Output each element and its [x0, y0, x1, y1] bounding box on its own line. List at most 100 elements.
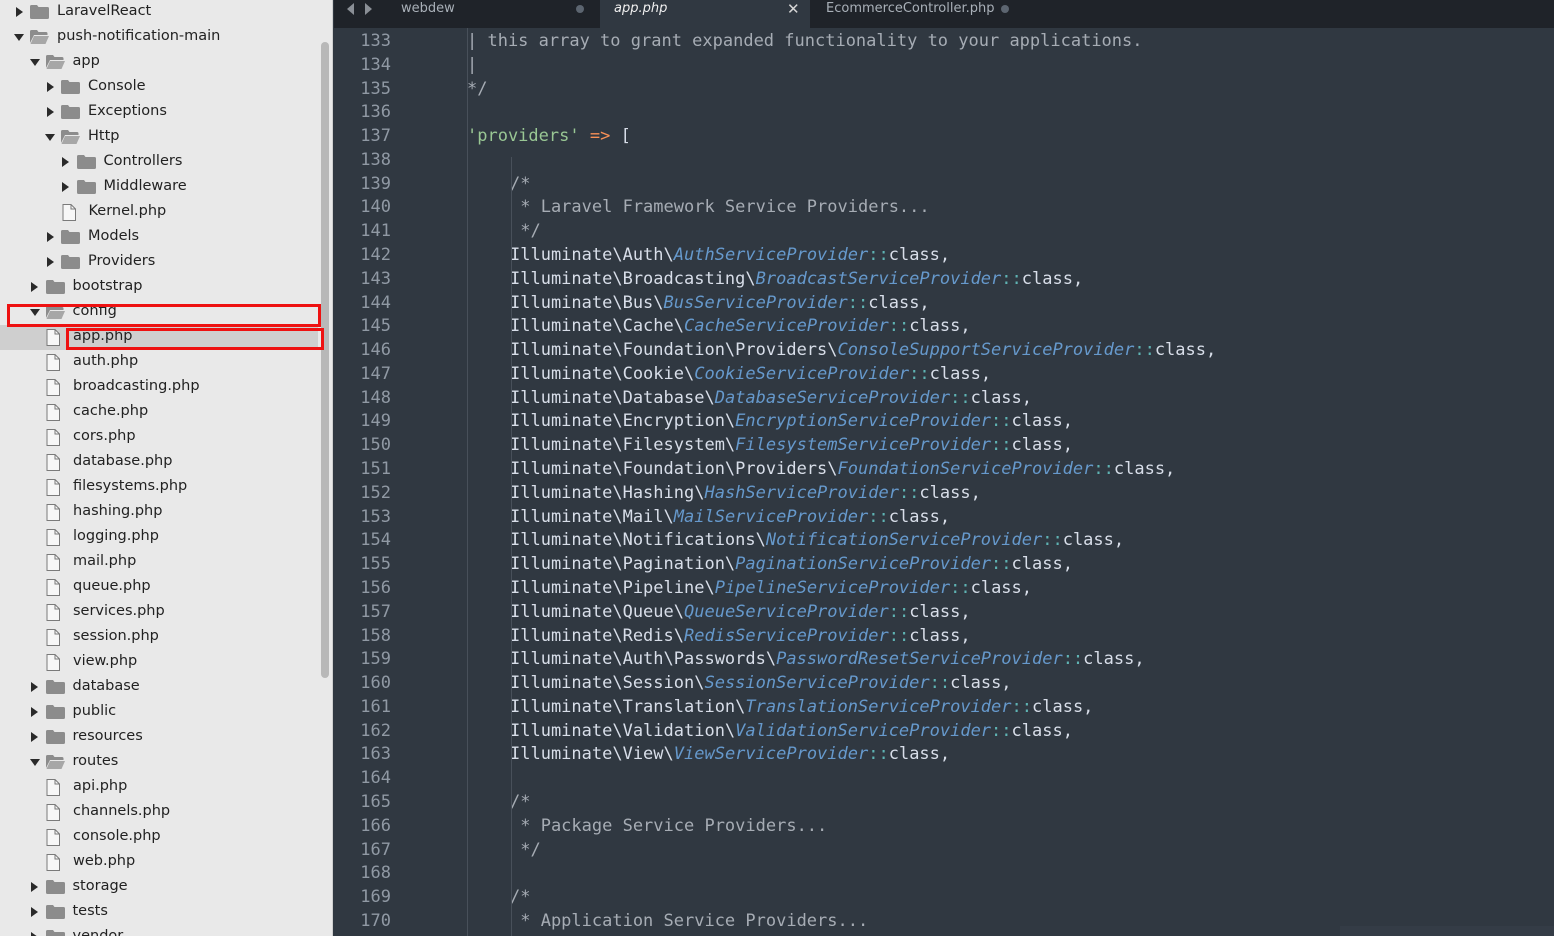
triangle-down-icon[interactable]	[14, 32, 24, 42]
triangle-right-icon[interactable]	[30, 707, 40, 717]
tree-file-kernel-php[interactable]: Kernel.php	[0, 200, 318, 225]
line-number: 143	[360, 268, 391, 289]
triangle-right-icon[interactable]	[30, 882, 40, 892]
tree-folder-models[interactable]: Models	[0, 225, 318, 250]
tree-folder-console[interactable]: Console	[0, 75, 318, 100]
tab-webdew[interactable]: webdew	[389, 0, 599, 28]
code-token-kw: class,	[888, 245, 951, 266]
triangle-right-icon[interactable]	[30, 282, 40, 292]
tree-folder-controllers[interactable]: Controllers	[0, 150, 318, 175]
line-number: 154	[360, 530, 391, 551]
tree-folder-database[interactable]: database	[0, 675, 318, 700]
tree-folder-exceptions[interactable]: Exceptions	[0, 100, 318, 125]
tree-file-services-php[interactable]: services.php	[0, 600, 318, 625]
tree-file-filesystems-php[interactable]: filesystems.php	[0, 475, 318, 500]
code-line: Illuminate\Auth\Passwords\PasswordResetS…	[510, 649, 1145, 669]
line-number: 155	[360, 554, 391, 575]
line-number: 149	[360, 411, 391, 432]
tree-folder-middleware[interactable]: Middleware	[0, 175, 318, 200]
triangle-right-icon[interactable]	[14, 7, 24, 17]
code-line: Illuminate\Session\SessionServiceProvide…	[510, 673, 1012, 693]
line-number: 159	[360, 649, 391, 670]
code-token-ns: Illuminate\Cache\	[510, 316, 684, 337]
code-token-string: 'providers'	[467, 126, 580, 147]
tree-folder-providers[interactable]: Providers	[0, 250, 318, 275]
tree-folder-tests[interactable]: tests	[0, 900, 318, 925]
code-token-comment: */	[510, 221, 541, 242]
code-token-sep: ::	[888, 601, 910, 622]
triangle-right-icon[interactable]	[30, 907, 40, 917]
tree-folder-app[interactable]: app	[0, 50, 318, 75]
tree-item-label: services.php	[73, 603, 165, 619]
triangle-right-icon[interactable]	[45, 107, 55, 117]
code-token-kw: class,	[1083, 649, 1145, 670]
tree-folder-push-notification-main[interactable]: push-notification-main	[0, 25, 318, 50]
code-line: */	[467, 79, 487, 99]
tree-file-view-php[interactable]: view.php	[0, 650, 318, 675]
code-token-cls: HashServiceProvider	[704, 482, 899, 503]
code-token-kw: class,	[1011, 411, 1073, 432]
tree-item-label: queue.php	[73, 578, 151, 594]
tree-file-console-php[interactable]: console.php	[0, 825, 318, 850]
code-line: /*	[510, 792, 530, 812]
code-token-cls: MailServiceProvider	[673, 506, 869, 527]
code-token-sep: ::	[909, 363, 930, 384]
code-line: /*	[510, 174, 530, 194]
tree-file-web-php[interactable]: web.php	[0, 850, 318, 875]
triangle-right-icon[interactable]	[30, 682, 40, 692]
triangle-down-icon[interactable]	[30, 57, 40, 67]
code-token-comment: */	[510, 839, 541, 860]
code-line: Illuminate\Encryption\EncryptionServiceP…	[510, 411, 1073, 431]
tree-folder-laravelreact[interactable]: LaravelReact	[0, 0, 318, 25]
tab-ecommercecontroller-php[interactable]: EcommerceController.php	[814, 0, 1024, 28]
line-number: 133	[360, 31, 391, 51]
tree-file-database-php[interactable]: database.php	[0, 450, 318, 475]
triangle-down-icon[interactable]	[30, 757, 40, 767]
code-token-comment: /*	[510, 173, 531, 194]
triangle-down-icon[interactable]	[45, 132, 55, 142]
tree-file-cache-php[interactable]: cache.php	[0, 400, 318, 425]
tree-folder-public[interactable]: public	[0, 700, 318, 725]
tab-nav-right-icon[interactable]	[365, 2, 375, 16]
tree-file-broadcasting-php[interactable]: broadcasting.php	[0, 375, 318, 400]
tree-folder-storage[interactable]: storage	[0, 875, 318, 900]
tree-file-api-php[interactable]: api.php	[0, 775, 318, 800]
tree-file-hashing-php[interactable]: hashing.php	[0, 500, 318, 525]
triangle-right-icon[interactable]	[45, 82, 55, 92]
triangle-right-icon[interactable]	[45, 232, 55, 242]
tree-file-queue-php[interactable]: queue.php	[0, 575, 318, 600]
tree-folder-vendor[interactable]: vendor	[0, 925, 318, 936]
tree-item-label: Models	[88, 228, 140, 244]
line-number: 151	[360, 459, 391, 480]
tree-folder-routes[interactable]: routes	[0, 750, 318, 775]
code-line: Illuminate\Queue\QueueServiceProvider::c…	[510, 602, 971, 622]
tree-folder-resources[interactable]: resources	[0, 725, 318, 750]
triangle-right-icon[interactable]	[61, 157, 71, 167]
code-token-ns: Illuminate\Database\	[510, 387, 715, 408]
tree-file-cors-php[interactable]: cors.php	[0, 425, 318, 450]
tree-item-label: api.php	[73, 778, 128, 794]
tree-file-mail-php[interactable]: mail.php	[0, 550, 318, 575]
tree-item-label: routes	[72, 753, 119, 769]
tree-file-channels-php[interactable]: channels.php	[0, 800, 318, 825]
code-editor[interactable]: 133 134 135 136 137 138 139 140 141 142 143 144 145 1…	[334, 28, 1554, 936]
sidebar-scrollbar-thumb[interactable]	[321, 42, 329, 678]
code-token-cls: BusServiceProvider	[663, 292, 848, 313]
triangle-right-icon[interactable]	[45, 257, 55, 267]
tree-folder-bootstrap[interactable]: bootstrap	[0, 275, 318, 300]
tab-label: app.php	[614, 1, 668, 16]
tree-file-auth-php[interactable]: auth.php	[0, 350, 318, 375]
tab-app-php[interactable]: app.php ✕	[600, 0, 810, 28]
code-token-ns: Illuminate\Session\	[510, 673, 705, 694]
triangle-right-icon[interactable]	[61, 182, 71, 192]
tree-file-logging-php[interactable]: logging.php	[0, 525, 318, 550]
tree-folder-http[interactable]: Http	[0, 125, 318, 150]
tab-close-icon[interactable]: ✕	[787, 0, 800, 18]
tree-file-session-php[interactable]: session.php	[0, 625, 318, 650]
triangle-right-icon[interactable]	[30, 932, 40, 936]
code-token-kw: class,	[970, 577, 1033, 598]
tab-nav-left-icon[interactable]	[347, 2, 357, 16]
code-token-cls: CacheServiceProvider	[684, 316, 889, 337]
triangle-right-icon[interactable]	[30, 732, 40, 742]
tree-item-label: hashing.php	[73, 503, 163, 519]
